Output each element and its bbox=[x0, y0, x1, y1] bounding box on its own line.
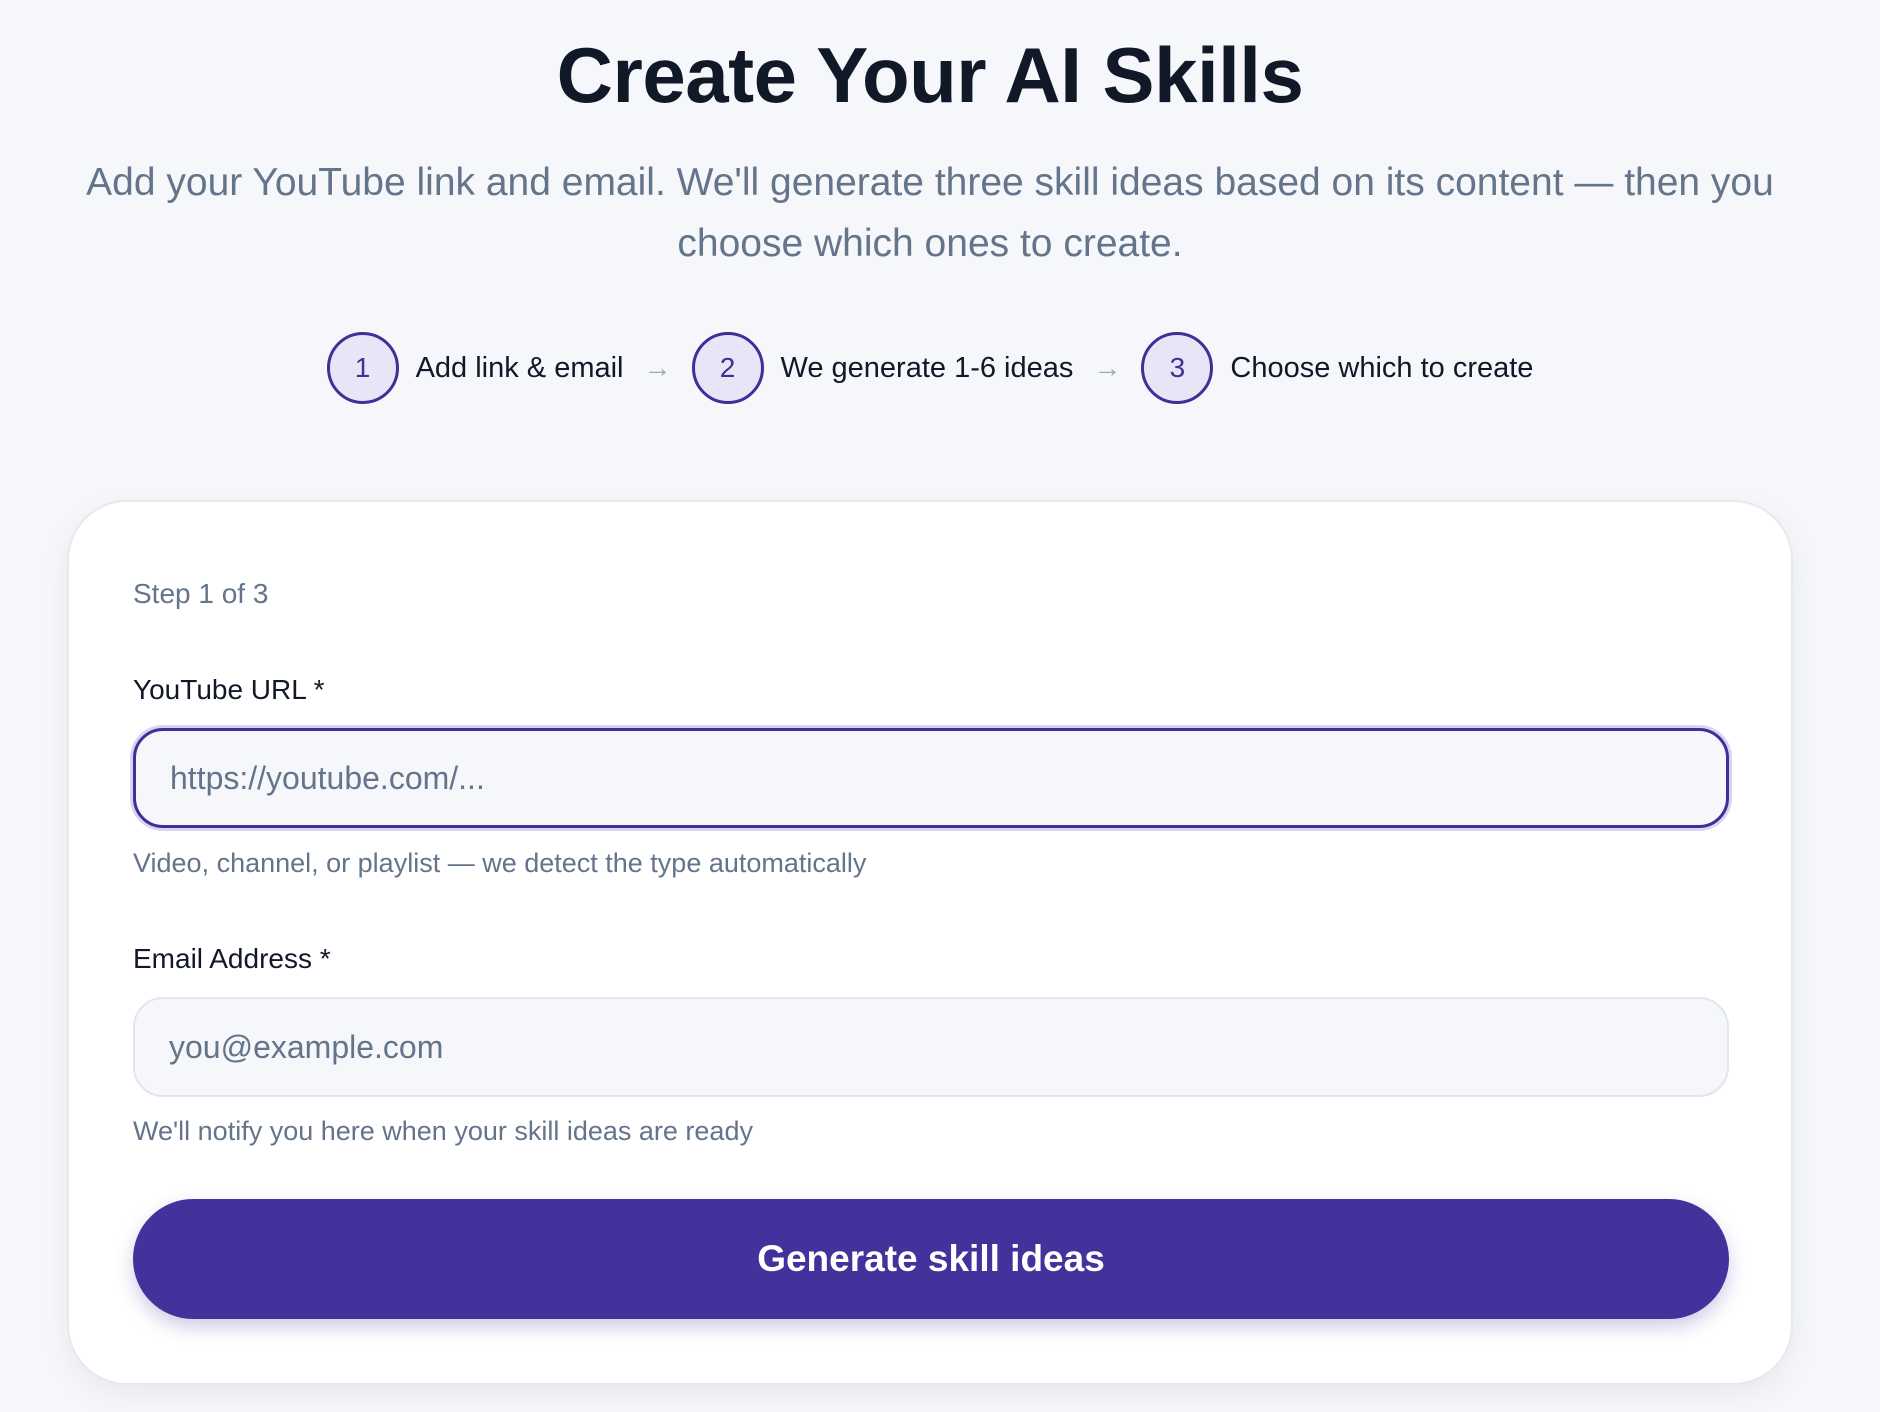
step-label: Add link & email bbox=[415, 351, 624, 384]
step-choose-create: 3 Choose which to create bbox=[1141, 332, 1533, 404]
page: Create Your AI Skills Add your YouTube l… bbox=[0, 0, 1880, 1412]
youtube-url-label: YouTube URL * bbox=[133, 674, 325, 705]
email-input[interactable] bbox=[133, 997, 1729, 1097]
email-label: Email Address * bbox=[133, 943, 331, 974]
step-number-badge: 1 bbox=[326, 332, 399, 404]
arrow-right-icon: → bbox=[1093, 352, 1122, 383]
page-subtitle: Add your YouTube link and email. We'll g… bbox=[86, 161, 1774, 265]
step-number-badge: 3 bbox=[1141, 332, 1214, 404]
step-generate-ideas: 2 We generate 1-6 ideas bbox=[691, 332, 1074, 404]
generate-skill-ideas-button[interactable]: Generate skill ideas bbox=[133, 1199, 1729, 1319]
step-label: Choose which to create bbox=[1230, 351, 1534, 384]
step-add-link: 1 Add link & email bbox=[326, 332, 624, 404]
arrow-right-icon: → bbox=[643, 352, 672, 383]
progress-stepper: 1 Add link & email → 2 We generate 1-6 i… bbox=[0, 330, 1860, 406]
youtube-url-help: Video, channel, or playlist — we detect … bbox=[133, 848, 867, 878]
page-title: Create Your AI Skills bbox=[556, 31, 1304, 119]
form-card: Step 1 of 3 YouTube URL * Video, channel… bbox=[67, 500, 1793, 1385]
step-label: We generate 1-6 ideas bbox=[780, 351, 1074, 384]
step-number-badge: 2 bbox=[691, 332, 764, 404]
youtube-url-input[interactable] bbox=[133, 728, 1729, 828]
email-help: We'll notify you here when your skill id… bbox=[133, 1116, 753, 1146]
step-indicator: Step 1 of 3 bbox=[133, 578, 269, 609]
